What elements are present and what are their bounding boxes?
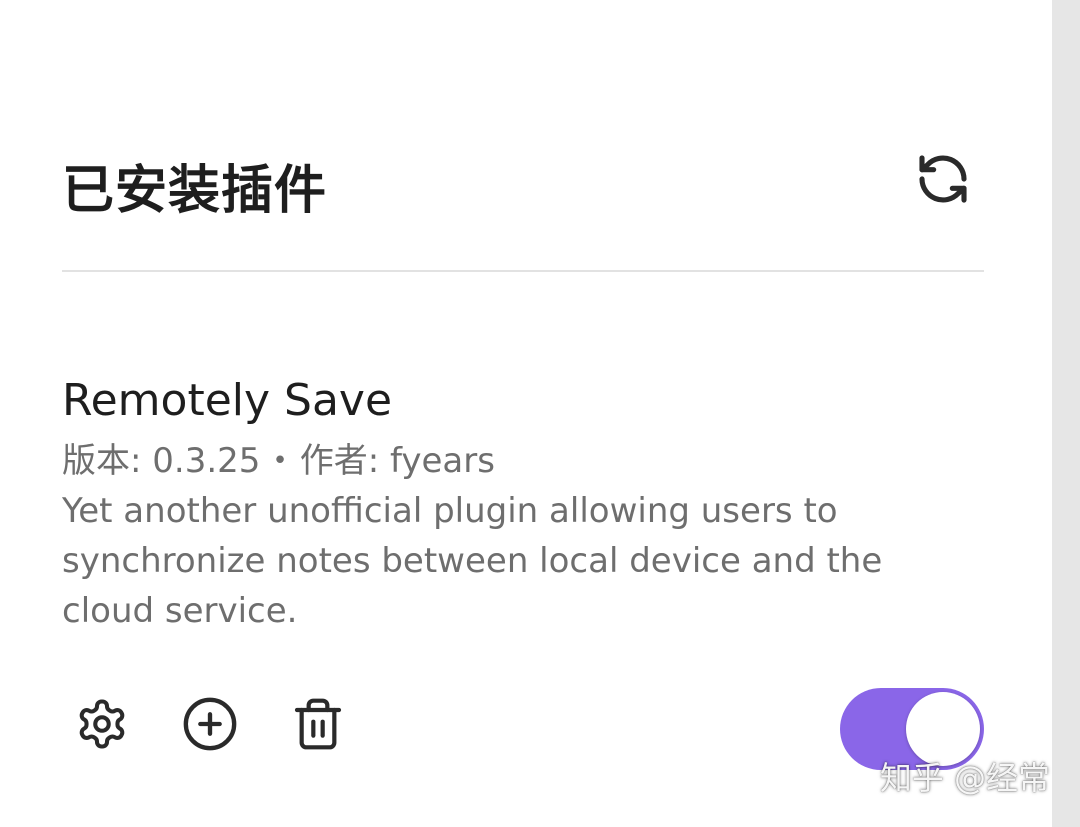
plugin-hotkeys-button[interactable] xyxy=(178,692,242,756)
plugin-meta: 版本: 0.3.25 • 作者: fyears xyxy=(62,436,984,486)
plugin-uninstall-button[interactable] xyxy=(286,692,350,756)
trash-icon xyxy=(294,698,342,750)
watermark: 知乎 @经常 xyxy=(879,759,1050,797)
plugin-author: 作者: fyears xyxy=(299,441,495,481)
refresh-button[interactable] xyxy=(912,148,974,210)
plugin-actions xyxy=(62,688,984,770)
section-title: 已安装插件 xyxy=(62,161,328,221)
refresh-icon xyxy=(919,155,967,203)
scrollbar-track[interactable] xyxy=(1052,0,1080,827)
plugin-version: 版本: 0.3.25 xyxy=(62,441,261,481)
plugin-description: Yet another unofficial plugin allowing u… xyxy=(62,491,883,631)
section-divider xyxy=(62,270,984,272)
plugin-item-remotely-save: Remotely Save 版本: 0.3.25 • 作者: fyears Yet … xyxy=(62,372,984,636)
gear-icon xyxy=(79,699,125,749)
plugin-settings-button[interactable] xyxy=(70,692,134,756)
meta-separator: • xyxy=(272,446,288,476)
plugin-name: Remotely Save xyxy=(62,375,393,426)
installed-plugins-header: 已安装插件 xyxy=(62,140,984,221)
plus-circle-icon xyxy=(183,697,237,751)
installed-plugins-page: 已安装插件 Remotely Save 版本: 0.3.25 • 作者: fyear… xyxy=(0,0,1080,827)
